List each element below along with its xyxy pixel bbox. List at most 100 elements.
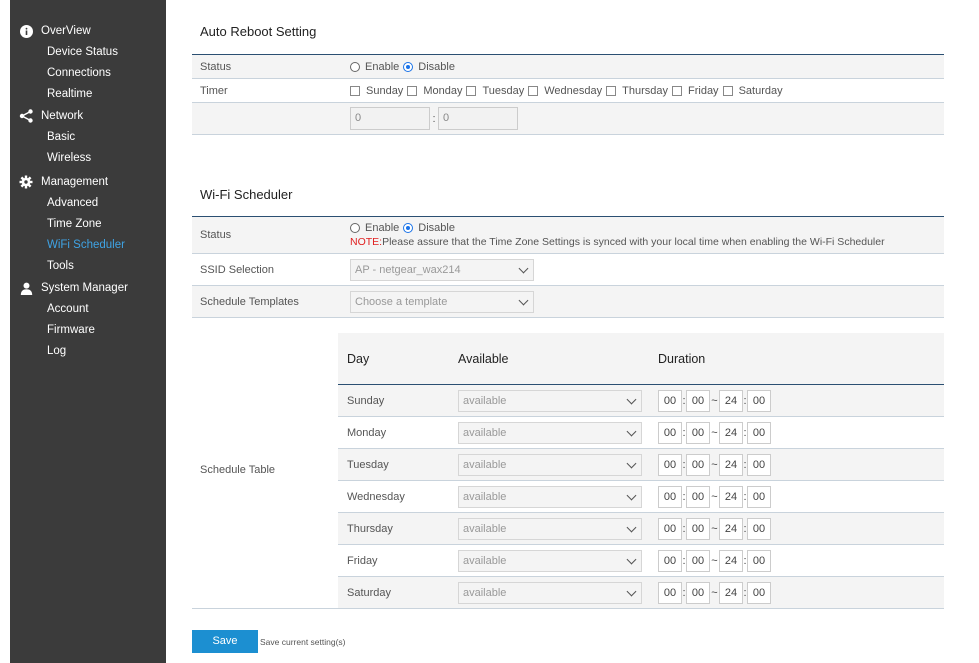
day-label: Tuesday — [482, 84, 525, 97]
start-minute-input[interactable]: 00 — [686, 581, 710, 604]
header-day: Day — [347, 351, 370, 366]
end-hour-input[interactable]: 24 — [719, 389, 743, 412]
scheduler-disable-radio[interactable] — [403, 223, 414, 233]
share-icon — [19, 109, 33, 123]
sidebar-item-wireless[interactable]: Wireless — [10, 148, 166, 169]
sidebar-item-wifi-scheduler[interactable]: WiFi Scheduler — [10, 235, 166, 256]
reboot-enable-radio[interactable] — [350, 61, 360, 72]
available-select[interactable]: available — [458, 517, 642, 540]
available-select[interactable]: available — [458, 581, 642, 604]
start-minute-input[interactable]: 00 — [686, 549, 710, 572]
end-minute-input[interactable]: 00 — [747, 389, 771, 412]
available-value: available — [463, 522, 507, 535]
start-minute-input[interactable]: 00 — [686, 421, 710, 444]
table-row: Friday available 00 : 00 ~ 24 : 00 — [338, 545, 944, 577]
available-select[interactable]: available — [458, 453, 642, 476]
day-checkbox-sunday[interactable] — [350, 85, 360, 96]
available-select[interactable]: available — [458, 549, 642, 572]
scheduler-enable-radio[interactable] — [350, 223, 360, 233]
sidebar-item-firmware[interactable]: Firmware — [10, 320, 166, 341]
sidebar-group-management[interactable]: Management — [10, 171, 166, 193]
day-checkbox-friday[interactable] — [672, 85, 682, 96]
chevron-down-icon — [518, 295, 529, 305]
sidebar-item-basic[interactable]: Basic — [10, 127, 166, 148]
end-hour-input[interactable]: 24 — [719, 549, 743, 572]
scheduler-enable-label: Enable — [365, 222, 400, 234]
start-minute-input[interactable]: 00 — [686, 485, 710, 508]
scheduler-note: NOTE:Please assure that the Time Zone Se… — [350, 235, 885, 249]
duration-inputs: 00 : 00 ~ 24 : 00 — [650, 517, 771, 540]
row-day: Monday — [347, 426, 387, 439]
start-hour-input[interactable]: 00 — [658, 581, 682, 604]
start-hour-input[interactable]: 00 — [658, 421, 682, 444]
start-minute-input[interactable]: 00 — [686, 453, 710, 476]
gear-icon — [19, 175, 33, 189]
reboot-time-row: 0 : 0 — [192, 103, 944, 135]
reboot-timer-row: Timer Sunday Monday Tuesday Wednesday Th… — [192, 79, 944, 103]
reboot-hour-input[interactable]: 0 — [350, 107, 430, 130]
end-minute-input[interactable]: 00 — [747, 517, 771, 540]
start-hour-input[interactable]: 00 — [658, 453, 682, 476]
table-row: Monday available 00 : 00 ~ 24 : 00 — [338, 417, 944, 449]
templates-row: Schedule Templates Choose a template — [192, 286, 944, 318]
table-row: Saturday available 00 : 00 ~ 24 : 00 — [338, 577, 944, 609]
day-label: Thursday — [622, 84, 668, 97]
sidebar-item-realtime[interactable]: Realtime — [10, 84, 166, 105]
duration-inputs: 00 : 00 ~ 24 : 00 — [650, 549, 771, 572]
chevron-down-icon — [626, 458, 637, 468]
day-label: Sunday — [366, 84, 404, 97]
templates-select[interactable]: Choose a template — [350, 290, 534, 313]
day-checkbox-tuesday[interactable] — [466, 85, 477, 96]
sidebar-item-log[interactable]: Log — [10, 341, 166, 362]
save-button[interactable]: Save — [192, 630, 258, 653]
header-duration: Duration — [658, 351, 706, 366]
start-hour-input[interactable]: 00 — [658, 485, 682, 508]
start-minute-input[interactable]: 00 — [686, 517, 710, 540]
end-minute-input[interactable]: 00 — [747, 581, 771, 604]
reboot-minute-input[interactable]: 0 — [438, 107, 518, 130]
end-hour-input[interactable]: 24 — [719, 517, 743, 540]
end-hour-input[interactable]: 24 — [719, 421, 743, 444]
start-minute-input[interactable]: 00 — [686, 389, 710, 412]
day-checkbox-saturday[interactable] — [722, 85, 733, 96]
start-hour-input[interactable]: 00 — [658, 389, 682, 412]
sidebar-item-tools[interactable]: Tools — [10, 256, 166, 277]
chevron-down-icon — [626, 490, 637, 500]
end-hour-input[interactable]: 24 — [719, 581, 743, 604]
sidebar-item-advanced[interactable]: Advanced — [10, 193, 166, 214]
end-minute-input[interactable]: 00 — [747, 421, 771, 444]
start-hour-input[interactable]: 00 — [658, 517, 682, 540]
sidebar-group-network[interactable]: Network — [10, 105, 166, 127]
end-minute-input[interactable]: 00 — [747, 453, 771, 476]
sidebar-item-account[interactable]: Account — [10, 299, 166, 320]
reboot-timer-label: Timer — [200, 84, 228, 97]
end-hour-input[interactable]: 24 — [719, 453, 743, 476]
duration-inputs: 00 : 00 ~ 24 : 00 — [650, 453, 771, 476]
start-hour-input[interactable]: 00 — [658, 549, 682, 572]
table-row: Thursday available 00 : 00 ~ 24 : 00 — [338, 513, 944, 545]
ssid-select[interactable]: AP - netgear_wax214 — [350, 258, 534, 281]
available-select[interactable]: available — [458, 485, 642, 508]
user-icon — [19, 281, 33, 295]
templates-placeholder: Choose a template — [355, 295, 448, 308]
auto-reboot-form: Status Enable Disable Timer Sunday Monda… — [192, 54, 944, 135]
end-minute-input[interactable]: 00 — [747, 549, 771, 572]
sidebar-group-system-manager[interactable]: System Manager — [10, 277, 166, 299]
day-checkbox-monday[interactable] — [407, 85, 418, 96]
end-minute-input[interactable]: 00 — [747, 485, 771, 508]
end-hour-input[interactable]: 24 — [719, 485, 743, 508]
schedule-table-body: Sunday available 00 : 00 ~ 24 : 00 Monda… — [338, 385, 944, 609]
available-select[interactable]: available — [458, 389, 642, 412]
day-checkbox-thursday[interactable] — [606, 85, 617, 96]
reboot-disable-radio[interactable] — [403, 61, 414, 72]
available-select[interactable]: available — [458, 421, 642, 444]
duration-inputs: 00 : 00 ~ 24 : 00 — [650, 485, 771, 508]
sidebar-group-overview[interactable]: OverView — [10, 20, 166, 42]
schedule-table: Day Available Duration Sunday available … — [338, 333, 944, 609]
sidebar-group-label: System Manager — [41, 282, 128, 294]
auto-reboot-title: Auto Reboot Setting — [200, 24, 317, 39]
sidebar-item-time-zone[interactable]: Time Zone — [10, 214, 166, 235]
day-checkbox-wednesday[interactable] — [528, 85, 539, 96]
sidebar-item-device-status[interactable]: Device Status — [10, 42, 166, 63]
sidebar-item-connections[interactable]: Connections — [10, 63, 166, 84]
